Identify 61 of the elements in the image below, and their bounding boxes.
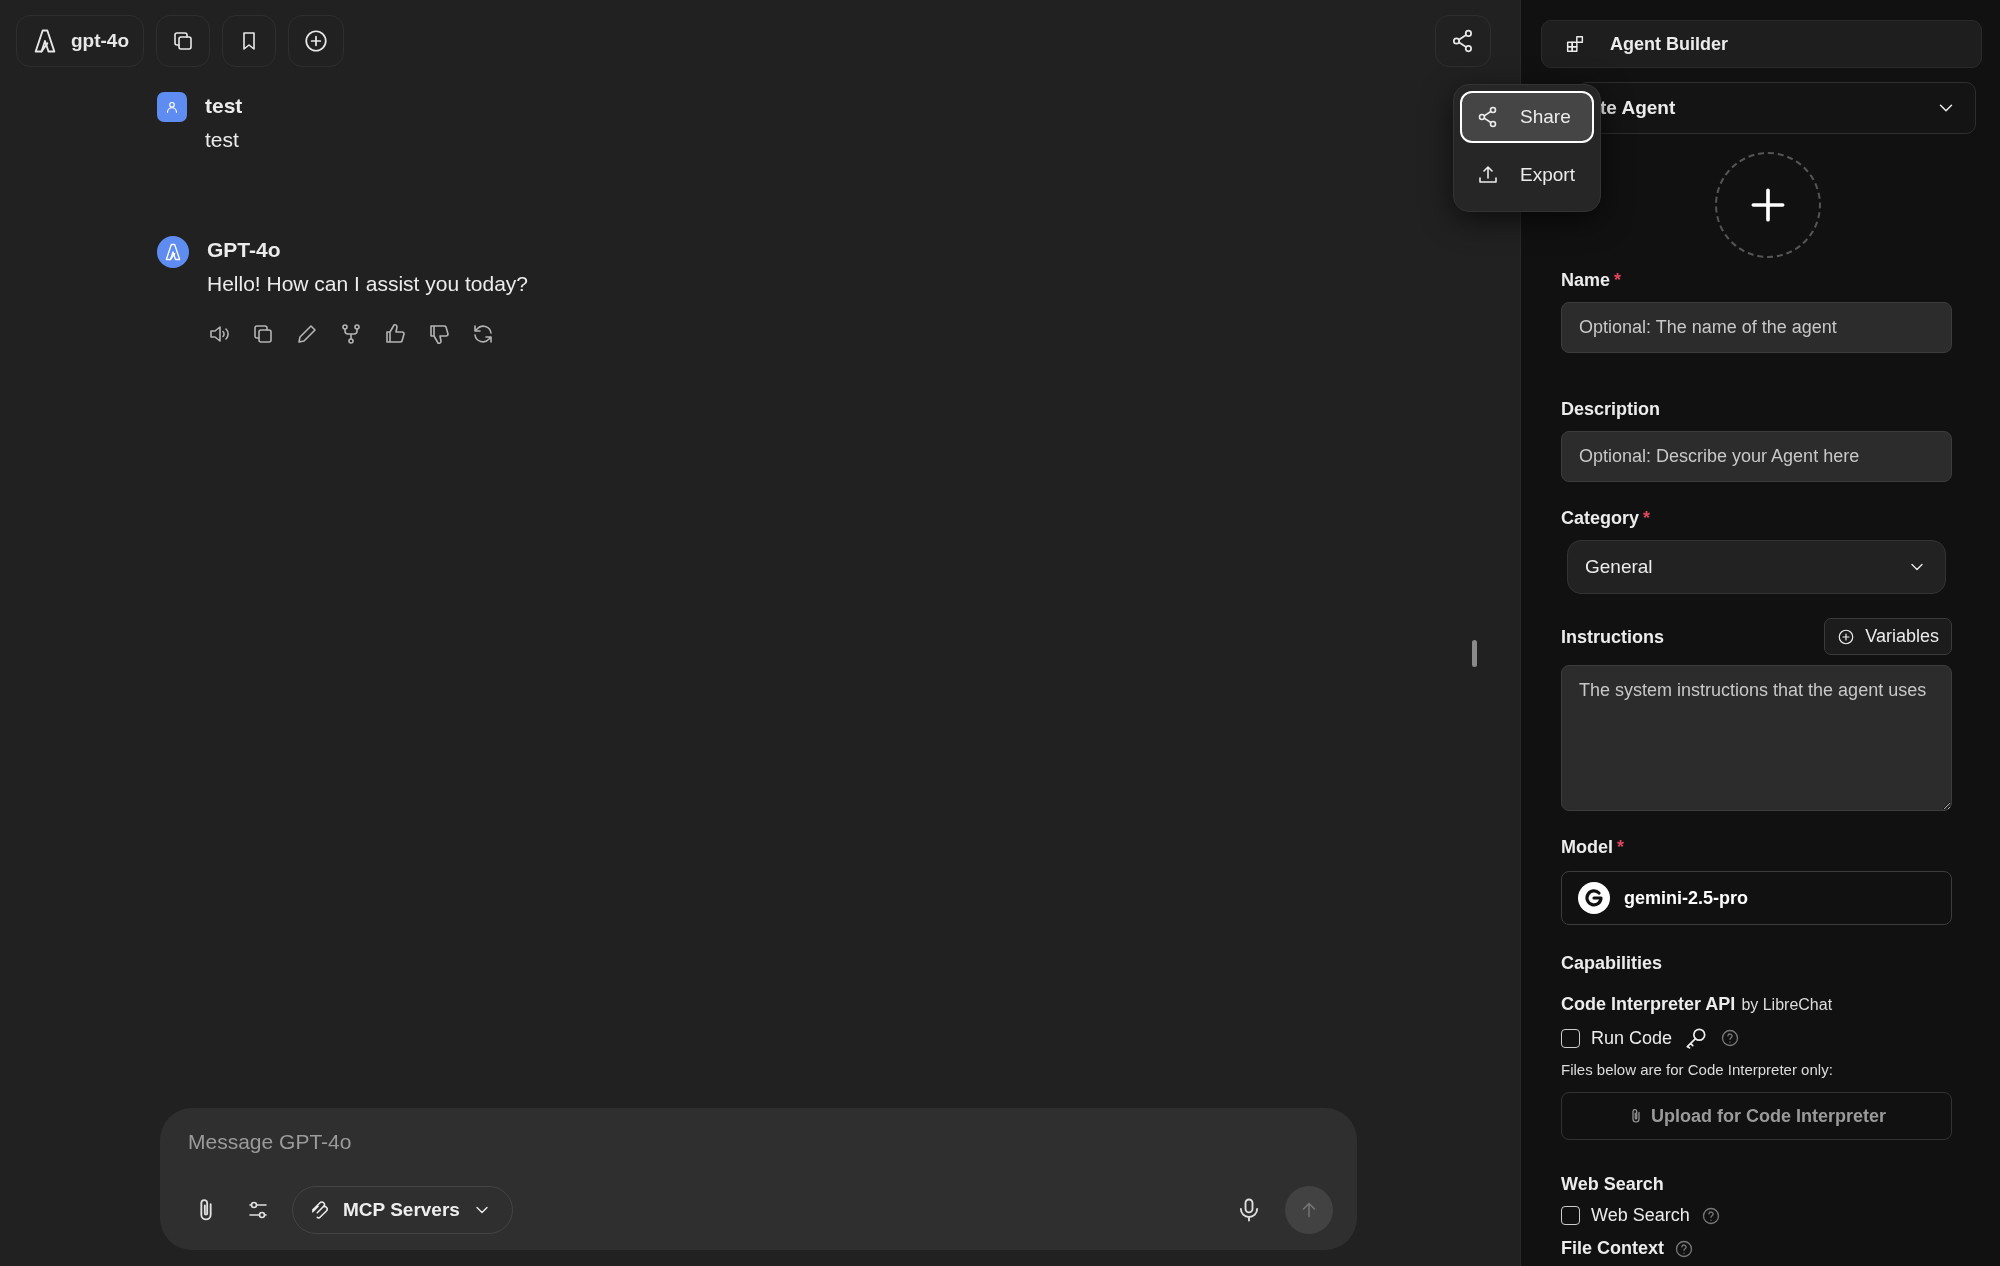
section-heading: Capabilities <box>1561 953 1664 974</box>
required-asterisk: * <box>1643 507 1651 530</box>
message-text: test <box>205 127 240 153</box>
checkbox[interactable] <box>1561 1028 1580 1048</box>
name-input[interactable]: Optional: The name of the agent <box>1561 302 1952 353</box>
plus-circle-icon <box>303 28 330 54</box>
menu-item[interactable]: Share <box>1460 91 1594 143</box>
edit-button[interactable] <box>295 322 319 346</box>
regenerate-button[interactable] <box>471 322 495 346</box>
help-icon[interactable] <box>1674 1238 1694 1259</box>
regenerate-icon <box>471 322 495 346</box>
section-heading: Web Search <box>1561 1174 1665 1195</box>
model-button[interactable]: gpt-4o <box>16 15 145 67</box>
field-label: Category <box>1561 507 1640 530</box>
field-label: Model <box>1561 836 1613 859</box>
menu-item[interactable]: Export <box>1460 149 1594 201</box>
fork-button[interactable] <box>339 322 363 346</box>
category-select[interactable]: General <box>1567 540 1946 594</box>
field-label: Instructions <box>1561 625 1664 649</box>
section-heading: File Context <box>1561 1238 1664 1259</box>
copy-button[interactable] <box>251 322 275 346</box>
blocks-icon <box>1564 33 1586 55</box>
thumbs-up-button[interactable] <box>383 322 407 346</box>
edit-icon <box>295 322 319 346</box>
scrollbar-thumb[interactable] <box>1472 640 1477 667</box>
help-icon[interactable] <box>1720 1028 1741 1048</box>
plug-icon <box>309 1199 331 1221</box>
thumbs-down-icon <box>427 322 451 346</box>
instructions-input[interactable]: The system instructions that the agent uses <box>1561 665 1952 811</box>
provider-note: by LibreChat <box>1741 996 1833 1014</box>
share-button[interactable] <box>1435 15 1491 67</box>
description-input[interactable]: Optional: Describe your Agent here <box>1561 431 1952 482</box>
copy-icon <box>251 322 275 346</box>
help-icon[interactable] <box>1700 1205 1721 1226</box>
fork-icon <box>339 322 363 346</box>
sender-name: GPT-4o <box>207 237 282 263</box>
mcp-servers-button[interactable]: MCP Servers <box>292 1186 513 1234</box>
model-select[interactable]: gemini-2.5-pro <box>1561 871 1952 925</box>
required-asterisk: * <box>1614 269 1622 292</box>
checkbox-label: Web Search <box>1591 1205 1690 1226</box>
section-heading: Code Interpreter API <box>1561 994 1736 1015</box>
logo-icon <box>163 242 183 262</box>
required-asterisk: * <box>1617 836 1624 859</box>
sender-name: test <box>205 93 243 119</box>
plus-circle-icon <box>1837 627 1856 646</box>
add-avatar-button[interactable] <box>1715 152 1821 258</box>
thumbs-up-icon <box>383 322 407 346</box>
message-input[interactable]: Message GPT-4o <box>188 1130 1333 1154</box>
copy-button[interactable] <box>156 15 211 67</box>
new-chat-button[interactable] <box>288 15 345 67</box>
upload-button[interactable]: Upload for Code Interpreter <box>1561 1092 1952 1140</box>
message-text: Hello! How can I assist you today? <box>207 271 528 297</box>
checkbox-label: Run Code <box>1591 1027 1673 1049</box>
checkbox[interactable] <box>1561 1206 1580 1225</box>
variables-button[interactable]: Variables <box>1824 618 1952 655</box>
field-label: Name <box>1561 269 1611 292</box>
agent-builder-header: Agent Builder <box>1541 20 1982 68</box>
thumbs-down-button[interactable] <box>427 322 451 346</box>
bookmark-button[interactable] <box>222 15 277 67</box>
help-text: Files below are for Code Interpreter only: <box>1561 1061 1834 1078</box>
field-label: Description <box>1561 398 1661 421</box>
